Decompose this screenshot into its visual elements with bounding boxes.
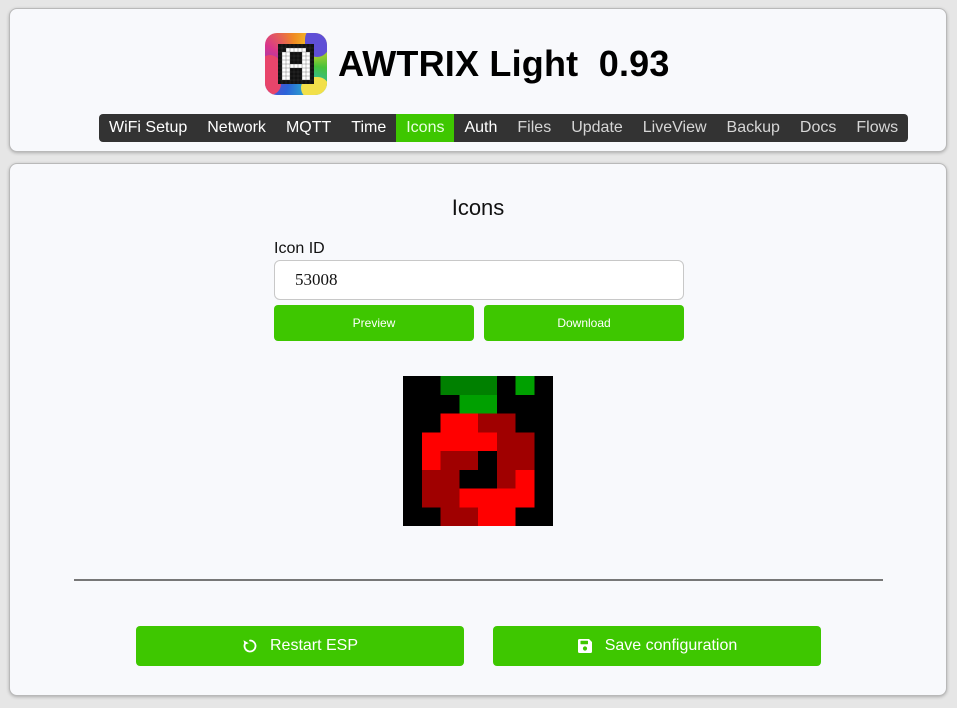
icon-pixel — [440, 394, 460, 414]
icon-pixel — [459, 451, 478, 470]
icon-pixel — [403, 451, 422, 470]
icon-pixel — [421, 469, 441, 489]
icon-pixel — [496, 488, 516, 508]
icon-pixel — [403, 469, 422, 489]
icon-id-input[interactable] — [274, 260, 684, 300]
icon-pixel — [403, 413, 422, 433]
icon-pixel — [459, 394, 478, 414]
icon-pixel — [534, 376, 553, 395]
icon-pixel — [478, 413, 497, 433]
nav-item-flows[interactable]: Flows — [846, 114, 908, 142]
app-title: AWTRIX Light 0.93 — [338, 43, 670, 84]
icon-pixel — [515, 469, 535, 489]
icon-pixel — [403, 376, 422, 395]
nav-item-time[interactable]: Time — [341, 114, 396, 142]
icon-pixel — [440, 507, 460, 526]
icon-pixel — [496, 413, 516, 433]
floppy-disk-icon — [577, 639, 592, 653]
header-card: AWTRIX Light 0.93 WiFi Setup Network MQTT T… — [9, 8, 947, 152]
icon-pixel — [534, 469, 553, 489]
brand: AWTRIX Light 0.93 — [265, 33, 670, 95]
icon-pixel — [478, 488, 497, 508]
preview-button[interactable]: Preview — [274, 305, 474, 341]
icon-pixel — [478, 507, 497, 526]
icon-pixel — [496, 394, 516, 414]
icon-pixel — [478, 376, 497, 395]
icon-pixel — [478, 469, 497, 489]
restart-icon — [243, 639, 257, 653]
icon-pixel — [440, 469, 460, 489]
icon-pixel — [534, 432, 553, 451]
icon-id-label: Icon ID — [274, 240, 325, 257]
icon-pixel — [496, 507, 516, 526]
icon-pixel — [440, 376, 460, 395]
icon-pixel — [534, 488, 553, 508]
top-navbar: WiFi Setup Network MQTT Time Icons Auth Files U… — [99, 114, 908, 142]
icon-pixel — [515, 507, 535, 526]
icon-pixel — [421, 376, 441, 395]
icon-preview-image — [403, 376, 553, 526]
icon-pixel — [421, 488, 441, 508]
save-configuration-label: Save configuration — [604, 637, 738, 654]
icon-pixel — [421, 432, 441, 451]
icon-pixel — [534, 394, 553, 414]
icon-pixel — [515, 451, 535, 470]
icon-pixel — [534, 451, 553, 470]
icon-pixel — [440, 413, 460, 433]
icon-pixel — [515, 413, 535, 433]
nav-item-files[interactable]: Files — [507, 114, 561, 142]
icon-pixel — [496, 432, 516, 451]
icon-pixel — [459, 413, 478, 433]
section-title: Icons — [451, 195, 505, 220]
icon-pixel — [515, 376, 535, 395]
nav-item-mqtt[interactable]: MQTT — [276, 114, 341, 142]
nav-item-docs[interactable]: Docs — [790, 114, 846, 142]
icon-pixel — [440, 432, 460, 451]
nav-item-wifi-setup[interactable]: WiFi Setup — [99, 114, 197, 142]
icon-pixel — [421, 394, 441, 414]
nav-item-icons[interactable]: Icons — [396, 114, 455, 142]
divider — [74, 579, 883, 581]
icon-pixel — [478, 451, 497, 470]
icon-pixel — [515, 432, 535, 451]
app-logo-icon — [265, 33, 327, 95]
nav-item-network[interactable]: Network — [197, 114, 276, 142]
icon-pixel — [534, 507, 553, 526]
icon-pixel — [515, 394, 535, 414]
icon-pixel — [421, 413, 441, 433]
icon-pixel — [496, 469, 516, 489]
icon-pixel — [459, 507, 478, 526]
icon-pixel — [478, 432, 497, 451]
icon-pixel — [459, 469, 478, 489]
icon-pixel — [403, 394, 422, 414]
main-card: Icons Icon ID Preview Download Restart E… — [9, 163, 947, 696]
nav-item-backup[interactable]: Backup — [717, 114, 790, 142]
icon-pixel — [478, 394, 497, 414]
icon-pixel — [496, 376, 516, 395]
icon-pixel — [459, 376, 478, 395]
nav-item-liveview[interactable]: LiveView — [633, 114, 717, 142]
icon-pixel — [496, 451, 516, 470]
icon-pixel — [459, 488, 478, 508]
nav-item-update[interactable]: Update — [561, 114, 633, 142]
save-configuration-button[interactable]: Save configuration — [493, 626, 821, 666]
icon-pixel — [403, 507, 422, 526]
icon-pixel — [534, 413, 553, 433]
icon-pixel — [421, 507, 441, 526]
icon-pixel — [515, 488, 535, 508]
icon-pixel — [421, 451, 441, 470]
icon-pixel — [403, 432, 422, 451]
restart-esp-label: Restart ESP — [269, 637, 359, 654]
nav-item-auth[interactable]: Auth — [454, 114, 507, 142]
icon-pixel — [459, 432, 478, 451]
restart-esp-button[interactable]: Restart ESP — [136, 626, 464, 666]
download-button[interactable]: Download — [484, 305, 684, 341]
icon-pixel — [440, 488, 460, 508]
icon-pixel — [403, 488, 422, 508]
icon-pixel — [440, 451, 460, 470]
